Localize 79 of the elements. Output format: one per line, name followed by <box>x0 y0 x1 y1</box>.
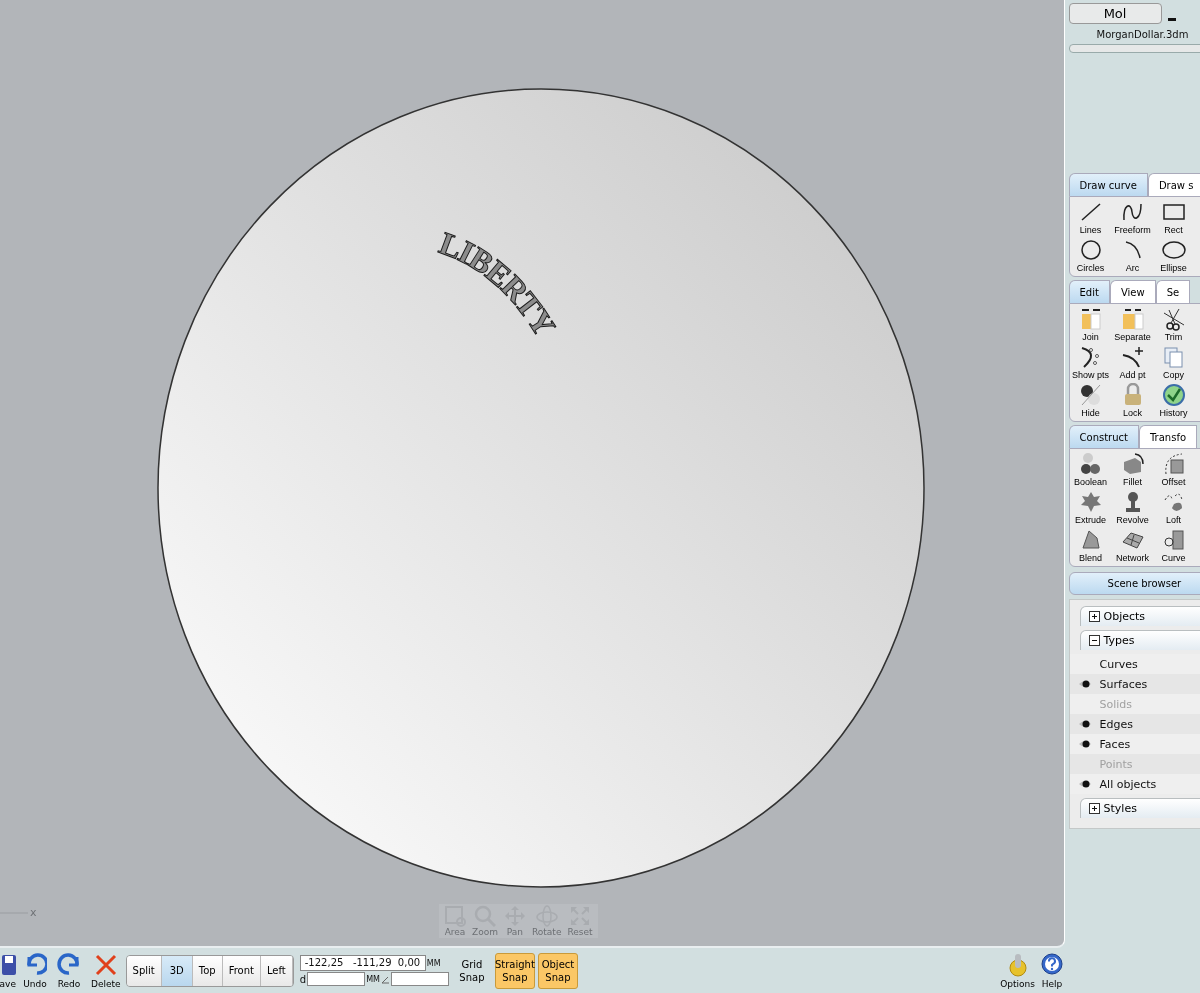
tool-button[interactable]: Loft <box>1153 490 1194 525</box>
file-name: MorganDollar.3dm <box>1095 29 1190 40</box>
tool-button[interactable]: Copy <box>1153 345 1194 380</box>
tool-button[interactable]: History <box>1153 383 1194 418</box>
view-button[interactable]: Front <box>222 955 261 986</box>
snap-toggle[interactable]: Grid Snap <box>451 952 492 989</box>
circle-icon <box>1078 238 1103 262</box>
tool-button[interactable]: Trim <box>1153 307 1194 342</box>
palette-tab[interactable]: Se <box>1155 280 1191 303</box>
tool-button[interactable]: Network <box>1111 528 1154 563</box>
type-row[interactable]: Edges <box>1069 714 1200 734</box>
tool-button[interactable]: Lock <box>1111 383 1154 418</box>
section-header[interactable]: Types <box>1079 630 1200 650</box>
section-header[interactable]: Objects <box>1079 606 1200 626</box>
tool-button[interactable]: Extrude <box>1069 490 1112 525</box>
scene-browser-header[interactable]: Scene browser <box>1068 572 1200 595</box>
scissors-icon <box>1161 307 1186 331</box>
snap-toggle[interactable]: Object Snap <box>537 952 578 989</box>
tool-button[interactable]: Add pt <box>1111 345 1154 380</box>
palette-tab[interactable]: Construct <box>1068 425 1139 448</box>
tool-button[interactable]: Separate <box>1111 307 1154 342</box>
angle-field[interactable] <box>390 972 449 986</box>
tool-button[interactable]: Revolve <box>1111 490 1154 525</box>
palette-tab[interactable]: Edit <box>1068 280 1110 303</box>
type-row[interactable]: Surfaces <box>1069 674 1200 694</box>
app-menu-button[interactable]: Mol <box>1068 3 1162 24</box>
toolbar-button[interactable]: ave <box>0 952 16 989</box>
expander-icon[interactable] <box>1088 611 1100 622</box>
tool-button[interactable]: Rect <box>1153 200 1194 235</box>
spheres-icon <box>1078 452 1103 476</box>
tool-button[interactable]: Blend <box>1069 528 1112 563</box>
view-button[interactable]: Split <box>126 955 162 986</box>
coordinate-field[interactable]: -122,25 -111,29 0,00 <box>299 955 426 971</box>
add-point-icon <box>1120 345 1145 369</box>
tool-button[interactable]: Offset <box>1153 452 1194 487</box>
unit-label: MM <box>366 974 380 984</box>
ellipse-icon <box>1161 238 1186 262</box>
tool-button[interactable]: Boolean <box>1069 452 1112 487</box>
toolbar-button[interactable]: Undo <box>20 952 50 989</box>
snap-toggle[interactable]: Straight Snap <box>494 952 535 989</box>
separate-pieces-icon <box>1120 307 1145 331</box>
view-button[interactable]: Top <box>192 955 223 986</box>
toolbar-button[interactable]: Options <box>997 952 1038 989</box>
expander-icon[interactable] <box>1088 803 1100 814</box>
help-icon <box>1041 952 1063 977</box>
view-button[interactable]: Left <box>260 955 293 986</box>
tool-button[interactable]: Lines <box>1069 200 1112 235</box>
tool-button[interactable]: Fillet <box>1111 452 1154 487</box>
cross-icon <box>93 952 118 977</box>
tool-button[interactable]: Arc <box>1111 238 1154 273</box>
toolbar-button[interactable]: Help <box>1038 952 1066 989</box>
minimize-icon <box>1167 18 1176 21</box>
distance-label: d <box>299 973 307 985</box>
tool-button[interactable]: Ellipse <box>1153 238 1194 273</box>
palette-tab[interactable]: View <box>1109 280 1156 303</box>
redo-icon <box>57 952 81 977</box>
distance-field[interactable] <box>307 972 366 986</box>
curve-surface-icon <box>1161 528 1186 552</box>
tool-button[interactable]: Curve <box>1153 528 1194 563</box>
copy-pages-icon <box>1161 345 1186 369</box>
gear-switch-icon <box>1006 952 1029 977</box>
palette-tab[interactable]: Draw curve <box>1068 173 1148 196</box>
tool-button[interactable]: Circles <box>1069 238 1112 273</box>
section-header[interactable]: Styles <box>1079 798 1200 818</box>
tool-button[interactable]: Hide <box>1069 383 1112 418</box>
toolbar-button[interactable]: Redo <box>54 952 84 989</box>
angle-icon <box>380 974 390 984</box>
expander-icon[interactable] <box>1088 635 1100 646</box>
history-icon <box>1161 383 1186 407</box>
view-button[interactable]: 3D <box>161 955 193 986</box>
toolbar-button[interactable]: Delete <box>88 952 124 989</box>
tool-button[interactable]: Show pts <box>1069 345 1112 380</box>
spheres-icon <box>1078 383 1103 407</box>
tool-button[interactable]: Freeform <box>1111 200 1154 235</box>
axis-label: x <box>30 906 37 919</box>
tool-button[interactable]: Join <box>1069 307 1112 342</box>
palette-tab[interactable]: Draw s <box>1147 173 1200 196</box>
unit-label: MM <box>426 958 441 968</box>
palette-tab[interactable]: Transfo <box>1139 425 1198 448</box>
